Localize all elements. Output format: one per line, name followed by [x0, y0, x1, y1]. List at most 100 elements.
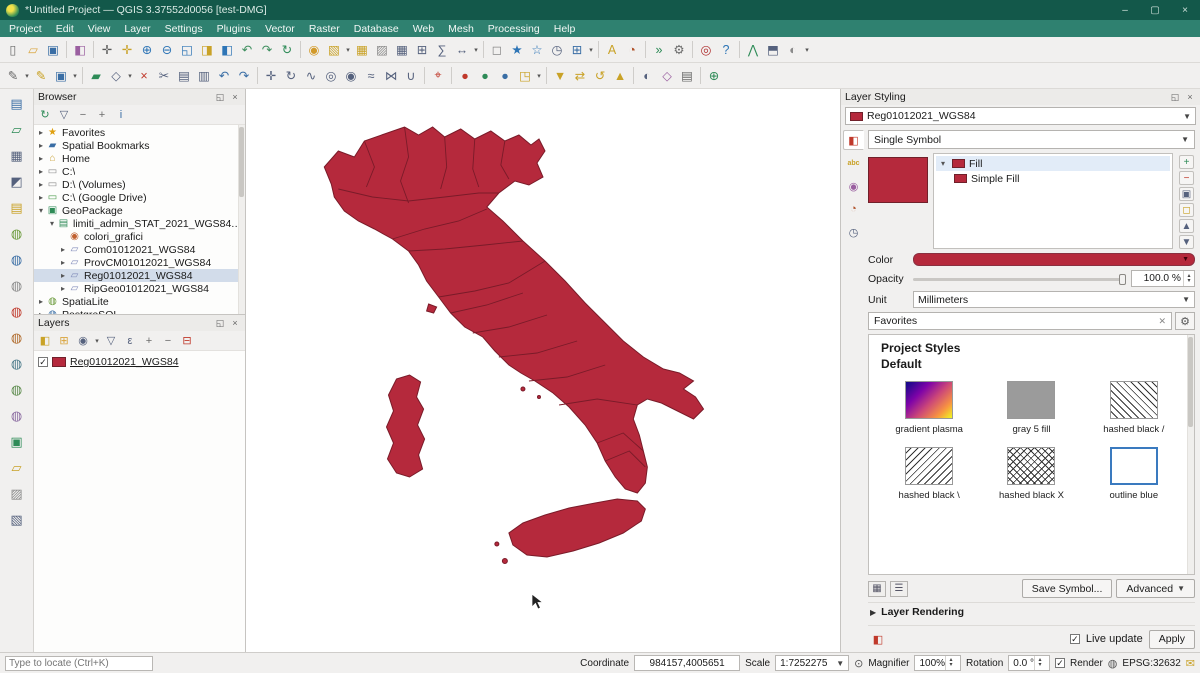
- crs-icon[interactable]: ◍: [1108, 657, 1118, 670]
- expand-arrow-icon[interactable]: ▸: [58, 245, 68, 254]
- list-view-button[interactable]: ☰: [890, 581, 908, 597]
- manage-map-themes-dropdown-icon[interactable]: ▾: [93, 337, 101, 345]
- copy-features-icon[interactable]: ▤: [174, 66, 194, 86]
- browser-item-spatialite[interactable]: ▸◍SpatiaLite: [34, 295, 245, 308]
- simplify-feature-icon[interactable]: ∿: [301, 66, 321, 86]
- add-vector-layer-icon[interactable]: ▱: [7, 120, 27, 140]
- new-line-annotation-icon[interactable]: ●: [495, 66, 515, 86]
- move-symbol-layer-up-icon[interactable]: ▲: [1179, 219, 1194, 233]
- messages-icon[interactable]: ✉: [1186, 657, 1195, 670]
- new-spatial-bookmark-icon[interactable]: ★: [507, 40, 527, 60]
- merge-features-icon[interactable]: ∪: [401, 66, 421, 86]
- clear-filter-icon[interactable]: ✕: [1158, 316, 1166, 327]
- menu-database[interactable]: Database: [347, 22, 406, 36]
- browser-item-reg01012021-wgs84[interactable]: ▸▱Reg01012021_WGS84: [34, 269, 245, 282]
- select-features-dropdown-icon[interactable]: ▾: [344, 46, 352, 54]
- symbol-tree-simple-fill-row[interactable]: Simple Fill: [936, 171, 1170, 186]
- browser-filter-icon[interactable]: ▽: [55, 106, 73, 123]
- menu-raster[interactable]: Raster: [302, 22, 347, 36]
- deselect-features-icon[interactable]: ▨: [372, 40, 392, 60]
- browser-item-provcm01012021-wgs84[interactable]: ▸▱ProvCM01012021_WGS84: [34, 256, 245, 269]
- spinner-arrows-icon[interactable]: ▴▾: [1034, 656, 1045, 670]
- add-delimited-text-layer-icon[interactable]: ▤: [7, 198, 27, 218]
- browser-item-colori-grafici[interactable]: ◉colori_grafici: [34, 230, 245, 243]
- styles-scrollbar-thumb[interactable]: [1188, 337, 1193, 427]
- symbol-tree-fill-row[interactable]: ▾ Fill: [936, 156, 1170, 171]
- browser-item-c-google-drive[interactable]: ▸▭C:\ (Google Drive): [34, 191, 245, 204]
- add-oracle-layer-icon[interactable]: ◍: [7, 302, 27, 322]
- expand-arrow-icon[interactable]: ▸: [36, 167, 46, 176]
- decorations-icon[interactable]: ◇: [657, 66, 677, 86]
- expand-arrow-icon[interactable]: ▸: [36, 297, 46, 306]
- zoom-to-selection-icon[interactable]: ◨: [197, 40, 217, 60]
- styling-float-icon[interactable]: ◱: [1169, 92, 1181, 103]
- current-edits-dropdown-icon[interactable]: ▾: [23, 72, 31, 80]
- menu-web[interactable]: Web: [406, 22, 441, 36]
- expand-arrow-icon[interactable]: ▸: [58, 258, 68, 267]
- add-ring-icon[interactable]: ◎: [321, 66, 341, 86]
- add-part-icon[interactable]: ◉: [341, 66, 361, 86]
- lock-symbol-layer-color-icon[interactable]: ◻: [1179, 203, 1194, 217]
- maximize-button[interactable]: ▢: [1140, 0, 1170, 20]
- move-label-icon[interactable]: ⇄: [570, 66, 590, 86]
- add-postgis-layer-icon[interactable]: ◍: [7, 250, 27, 270]
- undo-icon[interactable]: ↶: [214, 66, 234, 86]
- menu-help[interactable]: Help: [547, 22, 583, 36]
- spinner-arrows-icon[interactable]: ▴▾: [1183, 271, 1194, 286]
- unit-select[interactable]: Millimeters ▼: [913, 291, 1195, 308]
- preview-mode-icon[interactable]: ◐: [783, 40, 803, 60]
- add-wcs-layer-icon[interactable]: ◍: [7, 354, 27, 374]
- layer-item-reg01012021-wgs84[interactable]: ✓Reg01012021_WGS84: [38, 354, 245, 370]
- remove-symbol-layer-icon[interactable]: −: [1179, 171, 1194, 185]
- current-edits-icon[interactable]: ✎: [3, 66, 23, 86]
- browser-item-c[interactable]: ▸▭C:\: [34, 165, 245, 178]
- browser-item-ripgeo01012021-wgs84[interactable]: ▸▱RipGeo01012021_WGS84: [34, 282, 245, 295]
- plugin-manager-icon[interactable]: ⊕: [704, 66, 724, 86]
- python-console-icon[interactable]: »: [649, 40, 669, 60]
- measure-icon[interactable]: ↔: [452, 40, 472, 60]
- opacity-slider[interactable]: [913, 272, 1126, 286]
- add-xyz-layer-icon[interactable]: ◍: [7, 406, 27, 426]
- temporal-controller-icon[interactable]: ◷: [547, 40, 567, 60]
- new-text-annotation-icon[interactable]: ●: [455, 66, 475, 86]
- split-features-icon[interactable]: ⋈: [381, 66, 401, 86]
- open-layer-styling-panel-icon[interactable]: ◧: [36, 332, 54, 349]
- help-contents-icon[interactable]: ?: [716, 40, 736, 60]
- menu-project[interactable]: Project: [2, 22, 49, 36]
- expand-arrow-icon[interactable]: ▸: [36, 154, 46, 163]
- processing-toolbox-icon[interactable]: ⚙: [669, 40, 689, 60]
- map-tips-icon[interactable]: ◻: [487, 40, 507, 60]
- vertex-tool-dropdown-icon[interactable]: ▾: [126, 72, 134, 80]
- browser-properties-icon[interactable]: i: [112, 106, 130, 123]
- move-symbol-layer-down-icon[interactable]: ▼: [1179, 235, 1194, 249]
- browser-refresh-icon[interactable]: ↻: [36, 106, 54, 123]
- browser-item-favorites[interactable]: ▸★Favorites: [34, 126, 245, 139]
- add-polygon-feature-icon[interactable]: ▰: [86, 66, 106, 86]
- add-group-icon[interactable]: ⊞: [55, 332, 73, 349]
- add-spatialite-layer-icon[interactable]: ◍: [7, 224, 27, 244]
- expand-arrow-icon[interactable]: ▸: [58, 271, 68, 280]
- manage-map-themes-icon[interactable]: ◉: [74, 332, 92, 349]
- add-wms-layer-icon[interactable]: ◍: [7, 328, 27, 348]
- browser-item-geopackage[interactable]: ▾▣GeoPackage: [34, 204, 245, 217]
- icon-view-button[interactable]: ▦: [868, 581, 886, 597]
- add-mesh-layer-icon[interactable]: ◩: [7, 172, 27, 192]
- menu-view[interactable]: View: [81, 22, 118, 36]
- scale-select[interactable]: 1:7252275▼: [775, 655, 849, 671]
- labels-tab[interactable]: abc: [843, 153, 864, 173]
- expand-arrow-icon[interactable]: ▸: [36, 193, 46, 202]
- menu-edit[interactable]: Edit: [49, 22, 81, 36]
- elevation-profile-icon[interactable]: ⋀: [743, 40, 763, 60]
- rotation-spinbox[interactable]: 0.0 °▴▾: [1008, 655, 1050, 671]
- expand-arrow-icon[interactable]: ▸: [36, 141, 46, 150]
- map-canvas[interactable]: [246, 89, 840, 652]
- add-raster-layer-icon[interactable]: ▦: [7, 146, 27, 166]
- style-item-hashed-black[interactable]: hashed black /: [1086, 381, 1182, 435]
- filter-legend-icon[interactable]: ▽: [102, 332, 120, 349]
- osm-place-search-icon[interactable]: ◎: [696, 40, 716, 60]
- menu-settings[interactable]: Settings: [158, 22, 210, 36]
- new-geopackage-layer-icon[interactable]: ▣: [7, 432, 27, 452]
- pan-map-icon[interactable]: ✛: [97, 40, 117, 60]
- expand-arrow-icon[interactable]: ▸: [36, 310, 46, 314]
- open-field-calculator-icon[interactable]: ⊞: [412, 40, 432, 60]
